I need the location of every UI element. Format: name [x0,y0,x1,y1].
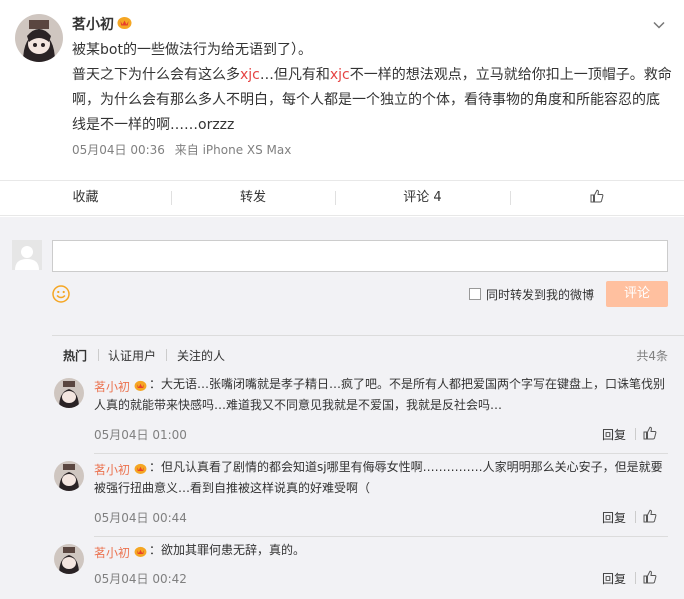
comment-text: 被强行扭曲意义…看到自推被这样说真的好难受啊（ [94,481,371,495]
comment-date: 05月04日 00:44 [94,511,187,525]
comment-input[interactable] [52,240,668,272]
chevron-down-icon[interactable] [652,18,666,32]
action-bar: 收藏 转发 评论 4 [0,180,684,216]
divider [98,349,99,361]
repost-checkbox[interactable] [469,288,481,300]
vip-crown-icon[interactable] [134,463,147,474]
filter-following[interactable]: 关注的人 [177,347,225,364]
comment-list: 热门 认证用户 关注的人 共4条 茗小初 ：大无语…张嘴闭嘴就是孝子精日…疯了吧… [52,335,684,599]
vip-crown-icon[interactable] [117,16,132,29]
repost-checkbox-label: 同时转发到我的微博 [486,288,595,302]
reply-button[interactable]: 回复 [602,509,626,526]
thumbs-up-icon[interactable] [643,426,657,440]
post-text-line: 线是不一样的啊……orzzz [72,117,235,133]
post-source: 来自 iPhone XS Max [174,143,292,157]
divider [635,572,636,584]
post-text-line: 被某bot的一些做法行为给无语到了）。 [72,42,312,58]
weibo-post: 茗小初 被某bot的一些做法行为给无语到了）。 普天之下为什么会有这么多xjc…… [0,0,684,180]
submit-comment-button[interactable]: 评论 [606,281,668,307]
reply-button[interactable]: 回复 [602,570,626,587]
reply-button[interactable]: 回复 [602,426,626,443]
like-button[interactable] [510,181,684,215]
post-text-line: 普天之下为什么会有这么多xjc…但凡有和xjc不一样的想法观点，立马就给你扣上一… [72,67,672,83]
repost-button[interactable]: 转发 [171,181,335,215]
post-meta: 05月04日 00:36 来自 iPhone XS Max [72,141,297,158]
post-text-line: 啊，为什么会有那么多人不明白，每个人都是一个独立的个体，看待事物的角度和所能容忍… [72,92,660,108]
vip-crown-icon[interactable] [134,546,147,557]
commenter-name[interactable]: 茗小初 [94,461,130,478]
comment-text: ：欲加其罪何患无辞，真的。 [149,543,306,557]
my-avatar-placeholder [12,240,42,270]
divider [635,428,636,440]
commenter-avatar[interactable] [54,378,84,408]
comment-item: 茗小初 ：大无语…张嘴闭嘴就是孝子精日…疯了吧。不是所有人都把爱国两个字写在键盘… [52,377,684,460]
commenter-avatar[interactable] [54,461,84,491]
thumbs-up-icon[interactable] [643,570,657,584]
divider [166,349,167,361]
keyword-link[interactable]: xjc [330,67,350,83]
commenter-avatar[interactable] [54,544,84,574]
comment-item: 茗小初 ：欲加其罪何患无辞，真的。 05月04日 00:42 回复 [52,543,684,594]
commenter-name[interactable]: 茗小初 [94,378,130,395]
commenter-name[interactable]: 茗小初 [94,544,130,561]
comment-text: ：但凡认真看了剧情的都会知道sj哪里有侮辱女性啊……………人家明明那么关心安子，… [149,460,663,474]
divider [94,536,668,537]
comment-date: 05月04日 00:42 [94,572,187,586]
author-avatar[interactable] [15,14,63,62]
comment-text: 人真的就能带来快感吗…难道我又不同意见我就是不爱国，我就是反社会吗… [94,398,503,412]
post-time[interactable]: 05月04日 00:36 [72,143,165,157]
favorite-button[interactable]: 收藏 [0,181,171,215]
comment-text: ：大无语…张嘴闭嘴就是孝子精日…疯了吧。不是所有人都把爱国两个字写在键盘上，口诛… [149,377,666,391]
filter-hot[interactable]: 热门 [63,347,87,364]
emoji-icon[interactable] [52,285,70,303]
comment-item: 茗小初 ：但凡认真看了剧情的都会知道sj哪里有侮辱女性啊……………人家明明那么关… [52,460,684,543]
author-name[interactable]: 茗小初 [72,14,114,34]
keyword-link[interactable]: xjc [240,67,260,83]
comment-button[interactable]: 评论 4 [335,181,510,215]
thumbs-up-icon [590,189,604,203]
divider [94,453,668,454]
comment-count: 共4条 [636,349,668,363]
comment-date: 05月04日 01:00 [94,428,187,442]
comment-area: 同时转发到我的微博 评论 热门 认证用户 关注的人 共4条 茗小初 ：大无语…张… [0,217,684,599]
filter-verified[interactable]: 认证用户 [108,347,156,364]
thumbs-up-icon[interactable] [643,509,657,523]
vip-crown-icon[interactable] [134,380,147,391]
divider [635,511,636,523]
